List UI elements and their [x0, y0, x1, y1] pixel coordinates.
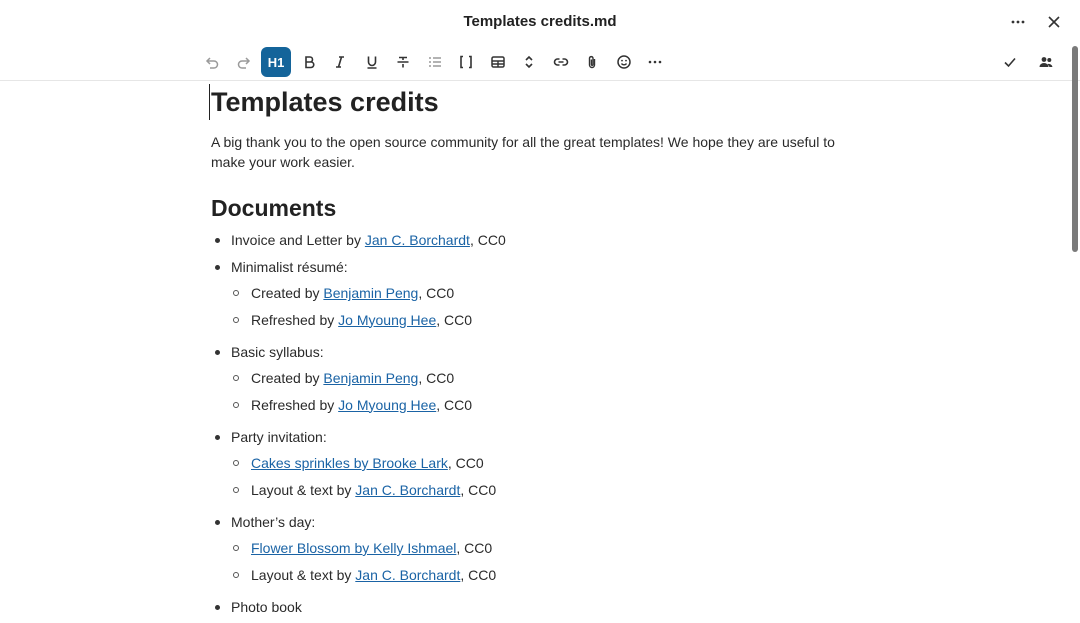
credit-prefix: Refreshed by — [251, 396, 339, 413]
code-brackets-icon[interactable] — [452, 47, 480, 77]
underline-icon[interactable] — [358, 47, 386, 77]
expand-icon[interactable] — [515, 47, 543, 77]
window-title: Templates credits.md — [463, 13, 617, 30]
sub-list-item: Flower Blossom by Kelly Ishmael, CC0 — [233, 538, 871, 558]
credit-license: , CC0 — [436, 311, 473, 328]
editor-toolbar: H1 — [0, 46, 1080, 81]
heading-label: H1 — [267, 54, 285, 70]
strikethrough-icon[interactable] — [389, 47, 417, 77]
list-item: Photo book — [215, 597, 871, 617]
credit-license: , CC0 — [456, 540, 493, 556]
item-label: Mother’s day: — [231, 513, 316, 530]
sub-list-item: Refreshed by Jo Myoung Hee, CC0 — [233, 395, 871, 415]
undo-icon[interactable] — [198, 47, 226, 77]
credit-link[interactable]: Jan C. Borchardt — [365, 232, 470, 248]
credit-link[interactable]: Cakes sprinkles by Brooke Lark — [251, 455, 448, 471]
link-icon[interactable] — [547, 47, 575, 77]
heading-button[interactable]: H1 — [261, 47, 291, 77]
emoji-icon[interactable] — [610, 47, 638, 77]
close-icon[interactable] — [1040, 8, 1068, 36]
credits-list: Invoice and Letter by Jan C. Borchardt, … — [211, 230, 871, 617]
sub-list: Created by Benjamin Peng, CC0 Refreshed … — [231, 283, 871, 330]
list-item: Minimalist résumé: Created by Benjamin P… — [215, 257, 871, 330]
list-item: Invoice and Letter by Jan C. Borchardt, … — [215, 230, 871, 250]
credit-prefix: Created by — [251, 370, 324, 386]
credit-link[interactable]: Jo Myoung Hee — [338, 312, 436, 328]
credit-license: , CC0 — [460, 566, 497, 583]
sub-list-item: Created by Benjamin Peng, CC0 — [233, 283, 871, 303]
credit-link[interactable]: Flower Blossom by Kelly Ishmael — [251, 540, 456, 556]
sub-list: Created by Benjamin Peng, CC0 Refreshed … — [231, 368, 871, 415]
scrollbar[interactable] — [1072, 46, 1078, 252]
document-content[interactable]: Templates credits A big thank you to the… — [209, 84, 871, 623]
document-title[interactable]: Templates credits — [209, 84, 871, 120]
credit-prefix: Invoice and Letter by — [231, 232, 365, 248]
checkmark-icon[interactable] — [996, 47, 1024, 77]
redo-icon[interactable] — [230, 47, 258, 77]
item-label: Party invitation: — [231, 428, 327, 445]
credit-license: , CC0 — [436, 396, 473, 413]
credit-license: , CC0 — [460, 481, 497, 498]
sub-list-item: Refreshed by Jo Myoung Hee, CC0 — [233, 310, 871, 330]
italic-icon[interactable] — [326, 47, 354, 77]
credit-license: , CC0 — [418, 370, 455, 386]
people-icon[interactable] — [1032, 47, 1060, 77]
sub-list: Cakes sprinkles by Brooke Lark, CC0 Layo… — [231, 453, 871, 500]
item-label: Basic syllabus: — [231, 343, 324, 360]
sub-list-item: Created by Benjamin Peng, CC0 — [233, 368, 871, 388]
title-bar: Templates credits.md — [0, 0, 1080, 44]
credit-prefix: Created by — [251, 285, 324, 301]
credit-license: , CC0 — [469, 232, 506, 248]
item-label: Photo book — [231, 598, 302, 615]
credit-license: , CC0 — [447, 455, 484, 471]
credit-link[interactable]: Benjamin Peng — [323, 285, 418, 301]
list-item: Party invitation: Cakes sprinkles by Bro… — [215, 427, 871, 500]
credit-prefix: Refreshed by — [251, 311, 339, 328]
table-icon[interactable] — [484, 47, 512, 77]
credit-license: , CC0 — [418, 285, 455, 301]
list-item: Mother’s day: Flower Blossom by Kelly Is… — [215, 512, 871, 585]
sub-list: Flower Blossom by Kelly Ishmael, CC0 Lay… — [231, 538, 871, 585]
more-formatting-icon[interactable] — [641, 47, 669, 77]
list-item: Basic syllabus: Created by Benjamin Peng… — [215, 342, 871, 415]
sub-list-item: Layout & text by Jan C. Borchardt, CC0 — [233, 480, 871, 500]
credit-link[interactable]: Jan C. Borchardt — [355, 482, 460, 498]
bullet-list-icon[interactable] — [421, 47, 449, 77]
sub-list-item: Layout & text by Jan C. Borchardt, CC0 — [233, 565, 871, 585]
sub-list-item: Cakes sprinkles by Brooke Lark, CC0 — [233, 453, 871, 473]
credit-prefix: Layout & text by — [251, 566, 356, 583]
credit-link[interactable]: Jan C. Borchardt — [355, 567, 460, 583]
section-heading[interactable]: Documents — [211, 192, 871, 224]
item-label: Minimalist résumé: — [231, 258, 348, 275]
intro-paragraph[interactable]: A big thank you to the open source commu… — [211, 132, 871, 172]
credit-prefix: Layout & text by — [251, 481, 356, 498]
credit-link[interactable]: Jo Myoung Hee — [338, 397, 436, 413]
more-options-icon[interactable] — [1004, 8, 1032, 36]
credit-link[interactable]: Benjamin Peng — [323, 370, 418, 386]
bold-icon[interactable] — [295, 47, 323, 77]
attachment-icon[interactable] — [578, 47, 606, 77]
